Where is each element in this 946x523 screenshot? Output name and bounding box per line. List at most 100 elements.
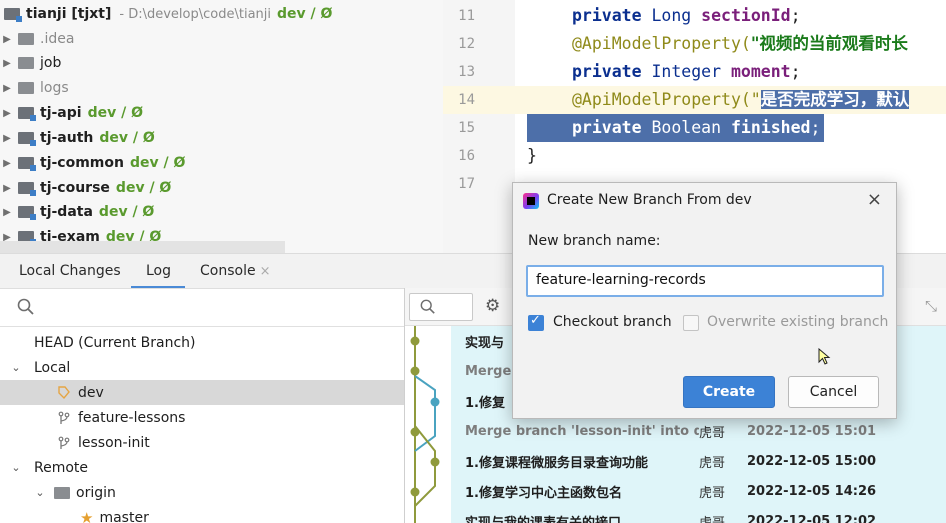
branch-group-label: origin <box>76 484 116 501</box>
commit-graph <box>405 326 451 523</box>
overwrite-branch-checkbox[interactable] <box>683 315 699 331</box>
tab-console[interactable]: Console × <box>200 263 270 279</box>
module-folder-icon <box>4 8 22 22</box>
mouse-cursor-icon <box>818 348 831 365</box>
tab-log[interactable]: Log <box>146 263 171 279</box>
line-number: 14 <box>458 92 475 108</box>
chevron-down-icon[interactable]: ⌄ <box>32 486 48 499</box>
branches-pane: HEAD (Current Branch) ⌄ Local dev featur… <box>0 288 404 523</box>
collapse-arrows-icon[interactable]: ⤡ <box>925 297 937 315</box>
commit-message: 1.修复课程微服务目录查询功能 <box>465 455 648 471</box>
tree-item-label: tj-api <box>40 105 82 121</box>
branch-icon <box>58 436 70 449</box>
code-line-13: private Integer moment; <box>572 62 801 81</box>
branch-group-origin[interactable]: ⌄ origin <box>0 480 404 505</box>
tree-item-job[interactable]: ▶ job <box>0 51 61 75</box>
line-number: 17 <box>458 176 475 192</box>
branch-name-input[interactable]: feature-learning-records <box>526 265 884 297</box>
branch-group-remote[interactable]: ⌄ Remote <box>0 455 404 480</box>
line-number: 16 <box>458 148 475 164</box>
chevron-right-icon[interactable]: ▶ <box>0 207 14 218</box>
cancel-button[interactable]: Cancel <box>788 376 879 408</box>
chevron-right-icon[interactable]: ▶ <box>0 34 14 45</box>
chevron-right-icon[interactable]: ▶ <box>0 158 14 169</box>
commit-row[interactable]: 实现与我的课表有关的接口 虎哥 2022-12-05 12:02 <box>451 506 946 523</box>
tree-item-tj-common[interactable]: ▶ tj-common dev / Ø <box>0 151 185 175</box>
folder-icon <box>18 33 34 45</box>
create-button[interactable]: Create <box>683 376 775 408</box>
project-tree: tianji [tjxt] - D:\develop\code\tianji d… <box>0 0 443 253</box>
chevron-down-icon[interactable]: ⌄ <box>8 361 24 374</box>
branch-item-lesson-init[interactable]: lesson-init <box>0 430 404 455</box>
chevron-right-icon[interactable]: ▶ <box>0 83 14 94</box>
code-line-12: @ApiModelProperty("视频的当前观看时长 <box>572 34 908 53</box>
overwrite-branch-label[interactable]: Overwrite existing branch <box>707 314 888 330</box>
commit-author: 虎哥 <box>699 485 726 501</box>
commit-message: Merge branch 'lesson-init' into dev <box>465 423 699 439</box>
search-icon <box>420 299 435 314</box>
tree-item-label: job <box>40 55 62 71</box>
checkout-branch-checkbox[interactable] <box>528 313 544 331</box>
tree-item-tj-auth[interactable]: ▶ tj-auth dev / Ø <box>0 126 155 150</box>
branch-name-label: New branch name: <box>528 233 661 249</box>
tree-item-tj-api[interactable]: ▶ tj-api dev / Ø <box>0 101 143 125</box>
project-root-vcs: dev / Ø <box>277 6 333 22</box>
tree-item-logs[interactable]: ▶ logs <box>0 76 69 100</box>
tree-item-vcs: dev / Ø <box>98 204 155 220</box>
tree-item-label: tj-common <box>40 155 124 171</box>
star-icon: ★ <box>80 508 94 523</box>
commit-date: 2022-12-05 14:26 <box>747 483 877 499</box>
tree-item-vcs: dev / Ø <box>129 155 186 171</box>
tree-item-tj-data[interactable]: ▶ tj-data dev / Ø <box>0 200 154 224</box>
branch-group-local[interactable]: ⌄ Local <box>0 355 404 380</box>
commit-author: 虎哥 <box>699 515 726 523</box>
code-line-14: @ApiModelProperty("是否完成学习，默认 <box>572 90 910 109</box>
line-number: 12 <box>458 36 475 52</box>
checkout-branch-label[interactable]: Checkout branch <box>553 314 672 330</box>
branch-item-master[interactable]: ★ master <box>0 505 404 523</box>
tree-item-tj-course[interactable]: ▶ tj-course dev / Ø <box>0 176 171 200</box>
module-folder-icon <box>18 107 36 121</box>
chevron-down-icon[interactable]: ⌄ <box>8 461 24 474</box>
close-icon[interactable]: × <box>260 264 271 279</box>
commit-row[interactable]: Merge branch 'lesson-init' into dev 虎哥 2… <box>451 416 946 446</box>
tree-item-vcs: dev / Ø <box>115 180 172 196</box>
tree-item-label: tj-data <box>40 204 93 220</box>
branch-search-bar[interactable] <box>0 289 404 327</box>
branch-label: master <box>99 509 149 523</box>
chevron-right-icon[interactable]: ▶ <box>0 108 14 119</box>
commit-row[interactable]: 1.修复学习中心主函数包名 虎哥 2022-12-05 14:26 <box>451 476 946 506</box>
branch-head[interactable]: HEAD (Current Branch) <box>0 330 404 355</box>
commit-date: 2022-12-05 12:02 <box>747 513 877 523</box>
chevron-right-icon[interactable]: ▶ <box>0 133 14 144</box>
commit-date: 2022-12-05 15:01 <box>747 423 877 439</box>
tree-item-vcs: dev / Ø <box>99 130 155 146</box>
chevron-right-icon[interactable]: ▶ <box>0 58 14 69</box>
project-root-row[interactable]: tianji [tjxt] - D:\develop\code\tianji d… <box>0 2 332 26</box>
tree-item-label: tj-course <box>40 180 110 196</box>
tree-item-idea[interactable]: ▶ .idea <box>0 27 74 51</box>
branch-item-dev[interactable]: dev <box>0 380 404 405</box>
branch-label: lesson-init <box>78 434 150 451</box>
dialog-title: Create New Branch From dev <box>547 192 752 208</box>
project-root-name: tianji [tjxt] <box>26 6 112 22</box>
close-icon[interactable]: × <box>867 189 882 210</box>
tab-local-changes[interactable]: Local Changes <box>19 263 121 279</box>
chevron-right-icon[interactable]: ▶ <box>0 183 14 194</box>
branch-group-label: Remote <box>34 459 89 476</box>
commit-message: 1.修复学习中心主函数包名 <box>465 485 622 501</box>
code-line-16: } <box>527 146 537 165</box>
module-folder-icon <box>18 206 36 220</box>
tag-icon <box>58 385 70 399</box>
tree-item-vcs: dev / Ø <box>87 105 143 121</box>
commit-row[interactable]: 1.修复课程微服务目录查询功能 虎哥 2022-12-05 15:00 <box>451 446 946 476</box>
branch-item-feature-lessons[interactable]: feature-lessons <box>0 405 404 430</box>
tree-horizontal-scrollbar[interactable] <box>0 241 285 253</box>
commit-author: 虎哥 <box>699 425 726 441</box>
branch-icon <box>58 411 70 424</box>
gear-icon[interactable]: ⚙ <box>485 296 500 316</box>
tab-console-label: Console <box>200 263 256 279</box>
log-search-input[interactable] <box>409 293 473 321</box>
line-number: 11 <box>458 8 475 24</box>
tree-item-label: logs <box>40 80 69 96</box>
